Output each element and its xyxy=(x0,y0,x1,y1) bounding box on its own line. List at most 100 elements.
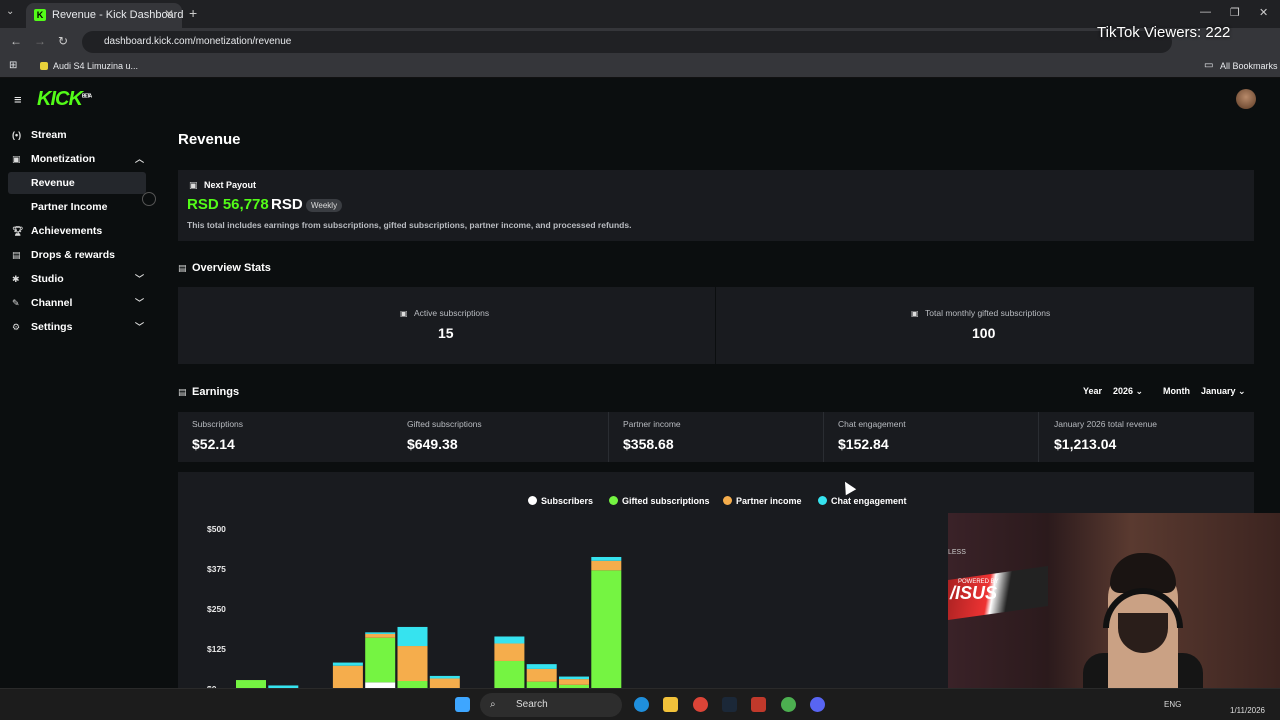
legend-label: Gifted subscriptions xyxy=(622,496,710,506)
windows-taskbar: ⌕ Search ENG 1/11/2026 xyxy=(0,688,1280,720)
legend-dot xyxy=(818,496,827,505)
search-icon: ⌕ xyxy=(490,699,496,710)
active-subscriptions-value: 15 xyxy=(438,325,454,341)
tab-list-icon[interactable]: ⌄ xyxy=(6,6,14,17)
sidebar-item-studio[interactable]: ✱ Studio ﹀ xyxy=(8,268,146,290)
gear-icon: ⚙ xyxy=(12,322,21,332)
month-select[interactable]: January ⌄ xyxy=(1201,386,1246,397)
chrome-icon[interactable] xyxy=(693,697,708,712)
asus-logo: /ISUS xyxy=(950,583,998,603)
sidebar-item-label: Partner Income xyxy=(31,201,108,213)
sidebar-item-partner-income[interactable]: Partner Income xyxy=(8,196,146,218)
y-tick-label: $375 xyxy=(207,564,226,574)
close-window-icon[interactable]: ✕ xyxy=(1259,6,1268,19)
month-value: January xyxy=(1201,386,1236,396)
sidebar-item-label: Achievements xyxy=(31,225,103,237)
sidebar-item-label: Monetization xyxy=(31,153,96,165)
chevron-down-icon: ⌄ xyxy=(1238,386,1246,396)
overview-stats-title: Overview Stats xyxy=(192,262,271,274)
y-tick-label: $125 xyxy=(207,644,226,654)
webcam-person-hair xyxy=(1110,553,1176,593)
gifted-subscriptions-label: Total monthly gifted subscriptions xyxy=(925,308,1051,318)
user-avatar[interactable] xyxy=(1236,89,1256,109)
url-field[interactable]: dashboard.kick.com/monetization/revenue xyxy=(82,31,1172,53)
sidebar-item-label: Studio xyxy=(31,273,64,285)
loading-spinner xyxy=(142,192,156,206)
year-select[interactable]: 2026 ⌄ xyxy=(1113,386,1143,397)
webcam-overlay: LESS POWERED BY /ISUS xyxy=(948,513,1280,688)
active-subscriptions-label: Active subscriptions xyxy=(414,308,490,318)
chrome-active-icon[interactable] xyxy=(781,697,796,712)
payout-amount: RSD 56,778 xyxy=(187,196,269,213)
back-icon[interactable]: ← xyxy=(10,34,22,48)
restore-icon[interactable]: ❐ xyxy=(1230,6,1240,19)
sidebar-item-label: Stream xyxy=(31,129,67,141)
month-label: Month xyxy=(1163,386,1190,396)
legend-subscribers[interactable]: Subscribers xyxy=(528,496,593,506)
earning-label: Partner income xyxy=(623,419,681,429)
sidebar-item-channel[interactable]: ✎ Channel ﹀ xyxy=(8,292,146,314)
sidebar-item-settings[interactable]: ⚙ Settings ﹀ xyxy=(8,316,146,338)
sidebar-item-drops[interactable]: ▤ Drops & rewards xyxy=(8,244,146,266)
chart-icon: ▣ xyxy=(911,309,919,318)
discord-icon[interactable] xyxy=(810,697,825,712)
logo-text: KICK xyxy=(37,88,83,110)
stats-icon: ▤ xyxy=(178,263,187,273)
sidebar-item-stream[interactable]: (•) Stream xyxy=(8,124,146,146)
legend-partner[interactable]: Partner income xyxy=(723,496,802,506)
sidebar-item-label: Channel xyxy=(31,297,73,309)
page-title: Revenue xyxy=(178,131,241,148)
sidebar-item-monetization[interactable]: ▣ Monetization ︿ xyxy=(8,148,146,170)
browser-tab-bar: ⌄ K Revenue - Kick Dashboard ✕ + — ❐ ✕ xyxy=(0,0,1280,28)
earning-value: $358.68 xyxy=(623,436,674,452)
kick-logo[interactable]: KICKBETA xyxy=(37,88,92,111)
security-icon[interactable] xyxy=(751,697,766,712)
search-label: Search xyxy=(516,699,548,710)
trophy-icon: 🏆︎ xyxy=(12,226,24,236)
webcam-sign-text: LESS xyxy=(948,549,966,556)
payout-currency: RSD xyxy=(271,196,303,213)
steam-icon[interactable] xyxy=(722,697,737,712)
beta-badge: BETA xyxy=(81,93,92,100)
tiktok-viewers-overlay: TikTok Viewers: 222 xyxy=(1097,24,1231,41)
forward-icon[interactable]: → xyxy=(34,34,46,48)
y-tick-label: $500 xyxy=(207,524,226,534)
bookmark-item[interactable]: Audi S4 Limuzina u... xyxy=(53,61,138,71)
payout-frequency-badge: Weekly xyxy=(306,199,343,212)
kick-favicon-icon: K xyxy=(34,9,46,21)
earning-value: $52.14 xyxy=(192,436,235,452)
taskbar-search[interactable]: ⌕ Search xyxy=(480,693,622,717)
legend-dot xyxy=(528,496,537,505)
folder-icon: ▭ xyxy=(1204,60,1214,71)
minimize-icon[interactable]: — xyxy=(1200,6,1211,18)
earnings-icon: ▤ xyxy=(178,387,187,397)
chevron-down-icon: ﹀ xyxy=(134,298,144,308)
all-bookmarks[interactable]: All Bookmarks xyxy=(1220,61,1278,71)
sidebar-item-achievements[interactable]: 🏆︎ Achievements xyxy=(8,220,146,242)
legend-gifted[interactable]: Gifted subscriptions xyxy=(609,496,710,506)
reload-icon[interactable]: ↻ xyxy=(58,34,68,48)
studio-icon: ✱ xyxy=(12,274,20,284)
bookmark-favicon-icon xyxy=(40,62,48,70)
close-tab-icon[interactable]: ✕ xyxy=(164,7,174,21)
gift-icon: ▤ xyxy=(12,250,21,260)
broadcast-icon: (•) xyxy=(12,130,22,140)
legend-dot xyxy=(609,496,618,505)
file-explorer-icon[interactable] xyxy=(663,697,678,712)
chevron-down-icon: ﹀ xyxy=(134,322,144,332)
legend-chat[interactable]: Chat engagement xyxy=(818,496,907,506)
chevron-down-icon: ﹀ xyxy=(134,274,144,284)
hamburger-menu-icon[interactable]: ≡ xyxy=(14,92,22,107)
language-indicator[interactable]: ENG xyxy=(1164,700,1181,709)
windows-start-icon[interactable] xyxy=(455,697,470,712)
apps-grid-icon[interactable]: ⊞ xyxy=(9,60,17,71)
sidebar-item-revenue[interactable]: Revenue xyxy=(8,172,146,194)
edge-icon[interactable] xyxy=(634,697,649,712)
earning-label: Gifted subscriptions xyxy=(407,419,482,429)
sidebar-item-label: Drops & rewards xyxy=(31,249,116,261)
earning-label: January 2026 total revenue xyxy=(1054,419,1158,429)
taskbar-date[interactable]: 1/11/2026 xyxy=(1230,706,1265,715)
earning-value: $152.84 xyxy=(838,436,889,452)
new-tab-icon[interactable]: + xyxy=(189,5,197,21)
browser-tab[interactable]: K Revenue - Kick Dashboard ✕ xyxy=(26,3,183,28)
